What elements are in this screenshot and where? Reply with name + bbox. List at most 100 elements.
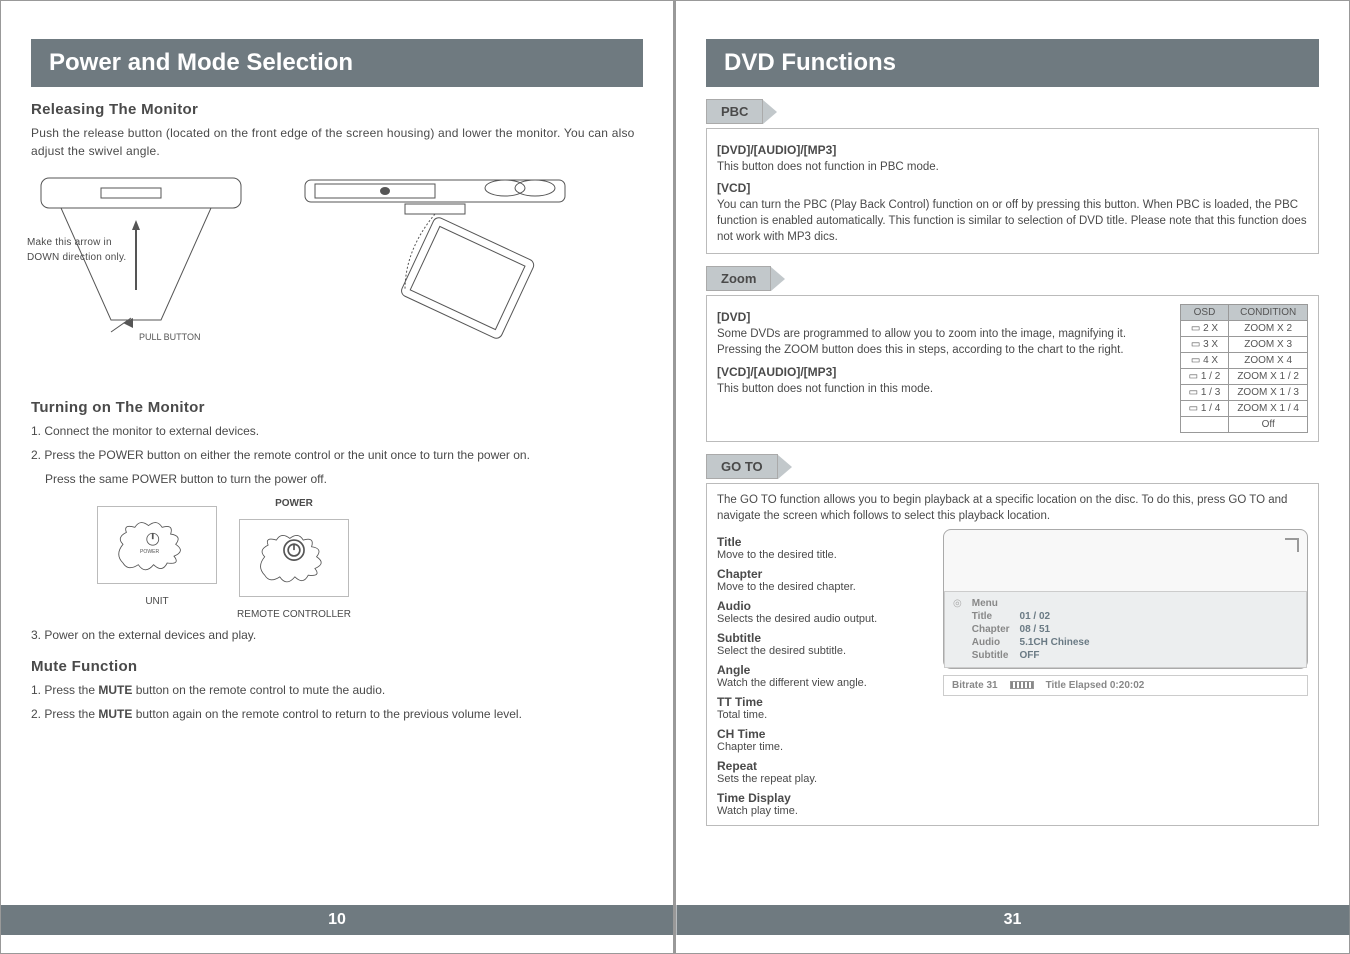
table-row: ▭ 3 XZOOM X 3	[1180, 337, 1307, 353]
goto-list: TitleMove to the desired title. ChapterMo…	[717, 529, 927, 817]
zoom-osd-cell: ▭ 4 X	[1180, 353, 1229, 369]
zoom-osd-cell: ▭ 1 / 4	[1180, 401, 1229, 417]
tab-goto: GO TO	[706, 454, 778, 479]
goto-item-title: Repeat	[717, 759, 927, 773]
subhead-goto: GO TO	[706, 454, 1319, 479]
subhead-zoom: Zoom	[706, 266, 1319, 291]
goto-item-title: Angle	[717, 663, 927, 677]
mute-step-2: 2. Press the MUTE button again on the re…	[31, 705, 643, 723]
table-row: ▭ 2 XZOOM X 2	[1180, 321, 1307, 337]
pbc-sub1-body: This button does not function in PBC mod…	[717, 159, 1308, 175]
zoom-sub2: [VCD]/[AUDIO]/[MP3]	[717, 365, 1170, 379]
osd-subtitle-label: Subtitle	[972, 650, 1010, 661]
osd-menu-label: Menu	[972, 598, 1010, 609]
unit-power-diagram: POWER UNIT	[91, 498, 223, 607]
zoom-sub1-body: Some DVDs are programmed to allow you to…	[717, 326, 1170, 358]
osd-chapter-label: Chapter	[972, 624, 1010, 635]
diagram-top-view: PULL BUTTON Make this arrow in DOWN dire…	[31, 170, 271, 385]
goto-item-title: Chapter	[717, 567, 927, 581]
zoom-sub2-body: This button does not function in this mo…	[717, 381, 1170, 397]
goto-item-desc: Move to the desired title.	[717, 549, 927, 561]
tab-zoom: Zoom	[706, 266, 771, 291]
corner-icon	[1285, 538, 1299, 552]
zoom-osd-cell: ▭ 1 / 3	[1180, 385, 1229, 401]
zoom-th-cond: CONDITION	[1229, 305, 1308, 321]
remote-power-svg	[248, 525, 340, 590]
caption-unit: UNIT	[91, 596, 223, 607]
zoom-osd-cell: ▭ 1 / 2	[1180, 369, 1229, 385]
zoom-table: OSD CONDITION ▭ 2 XZOOM X 2▭ 3 XZOOM X 3…	[1180, 304, 1308, 433]
table-row: ▭ 1 / 4ZOOM X 1 / 4	[1180, 401, 1307, 417]
monitor-side-svg	[285, 170, 585, 350]
goto-item-title: Audio	[717, 599, 927, 613]
power-label-top: POWER	[233, 498, 355, 509]
page-number-left: 10	[1, 905, 673, 935]
magnify-icon: ▭	[1189, 387, 1201, 398]
heading-releasing: Releasing The Monitor	[31, 101, 643, 118]
diagram-row-monitor: PULL BUTTON Make this arrow in DOWN dire…	[31, 170, 643, 385]
page-number-right: 31	[676, 905, 1349, 935]
osd-bottom-bar: Bitrate 31 Title Elapsed 0:20:02	[943, 675, 1308, 696]
zoom-cond-cell: Off	[1229, 417, 1308, 433]
goto-item-desc: Sets the repeat play.	[717, 773, 927, 785]
title-bar-right: DVD Functions	[706, 39, 1319, 87]
step-2a: 2. Press the POWER button on either the …	[31, 446, 643, 464]
unit-power-svg: POWER	[106, 512, 208, 578]
goto-item-title: Subtitle	[717, 631, 927, 645]
goto-item-desc: Watch the different view angle.	[717, 677, 927, 689]
zoom-cond-cell: ZOOM X 1 / 4	[1229, 401, 1308, 417]
zoom-osd-cell	[1180, 417, 1229, 433]
caption-remote: REMOTE CONTROLLER	[233, 609, 355, 620]
zoom-cond-cell: ZOOM X 3	[1229, 337, 1308, 353]
pull-button-label: PULL BUTTON	[139, 332, 201, 342]
diagram-side-view	[285, 170, 585, 355]
osd-screen: ◎ Menu Title Chapter Audio Subtitle 01 /	[943, 529, 1308, 669]
power-diagram-row: POWER UNIT POWER REMOTE CONTROLLER	[91, 498, 643, 620]
remote-power-diagram: POWER REMOTE CONTROLLER	[233, 498, 355, 620]
goto-item-title: TT Time	[717, 695, 927, 709]
bitrate-bar-icon	[1010, 681, 1034, 689]
svg-text:POWER: POWER	[140, 549, 160, 555]
zoom-cond-cell: ZOOM X 1 / 2	[1229, 369, 1308, 385]
osd-subtitle-value: OFF	[1020, 650, 1090, 661]
zoom-cond-cell: ZOOM X 2	[1229, 321, 1308, 337]
goto-item-title: Title	[717, 535, 927, 549]
osd-audio-value: 5.1CH Chinese	[1020, 637, 1090, 648]
zoom-cond-cell: ZOOM X 1 / 3	[1229, 385, 1308, 401]
osd-chapter-value: 08 / 51	[1020, 624, 1090, 635]
osd-audio-label: Audio	[972, 637, 1010, 648]
pbc-sub2-body: You can turn the PBC (Play Back Control)…	[717, 197, 1308, 245]
table-row: ▭ 1 / 3ZOOM X 1 / 3	[1180, 385, 1307, 401]
heading-turning: Turning on The Monitor	[31, 399, 643, 416]
text-releasing-body: Push the release button (located on the …	[31, 124, 643, 160]
title-bar-left: Power and Mode Selection	[31, 39, 643, 87]
goto-item-desc: Chapter time.	[717, 741, 927, 753]
heading-mute: Mute Function	[31, 658, 643, 675]
magnify-icon: ▭	[1189, 371, 1201, 382]
magnify-icon: ▭	[1191, 339, 1203, 350]
table-row: ▭ 1 / 2ZOOM X 1 / 2	[1180, 369, 1307, 385]
pbc-sub2: [VCD]	[717, 181, 1308, 195]
zoom-osd-cell: ▭ 2 X	[1180, 321, 1229, 337]
goto-item-desc: Move to the desired chapter.	[717, 581, 927, 593]
magnify-icon: ▭	[1191, 323, 1203, 334]
goto-item-desc: Watch play time.	[717, 805, 927, 817]
table-row: ▭ 4 XZOOM X 4	[1180, 353, 1307, 369]
panel-pbc: [DVD]/[AUDIO]/[MP3] This button does not…	[706, 128, 1319, 254]
zoom-cond-cell: ZOOM X 4	[1229, 353, 1308, 369]
goto-intro: The GO TO function allows you to begin p…	[717, 492, 1308, 524]
goto-item-desc: Total time.	[717, 709, 927, 721]
subhead-pbc: PBC	[706, 99, 1319, 124]
step-3: 3. Power on the external devices and pla…	[31, 626, 643, 644]
panel-zoom: [DVD] Some DVDs are programmed to allow …	[706, 295, 1319, 442]
osd-title-label: Title	[972, 611, 1010, 622]
disc-icon: ◎	[953, 598, 962, 661]
osd-elapsed: Title Elapsed 0:20:02	[1046, 680, 1145, 691]
zoom-osd-cell: ▭ 3 X	[1180, 337, 1229, 353]
step-2b: Press the same POWER button to turn the …	[45, 470, 643, 488]
step-1: 1. Connect the monitor to external devic…	[31, 422, 643, 440]
page-left: Power and Mode Selection Releasing The M…	[0, 0, 675, 954]
goto-item-title: Time Display	[717, 791, 927, 805]
magnify-icon: ▭	[1191, 355, 1203, 366]
zoom-th-osd: OSD	[1180, 305, 1229, 321]
